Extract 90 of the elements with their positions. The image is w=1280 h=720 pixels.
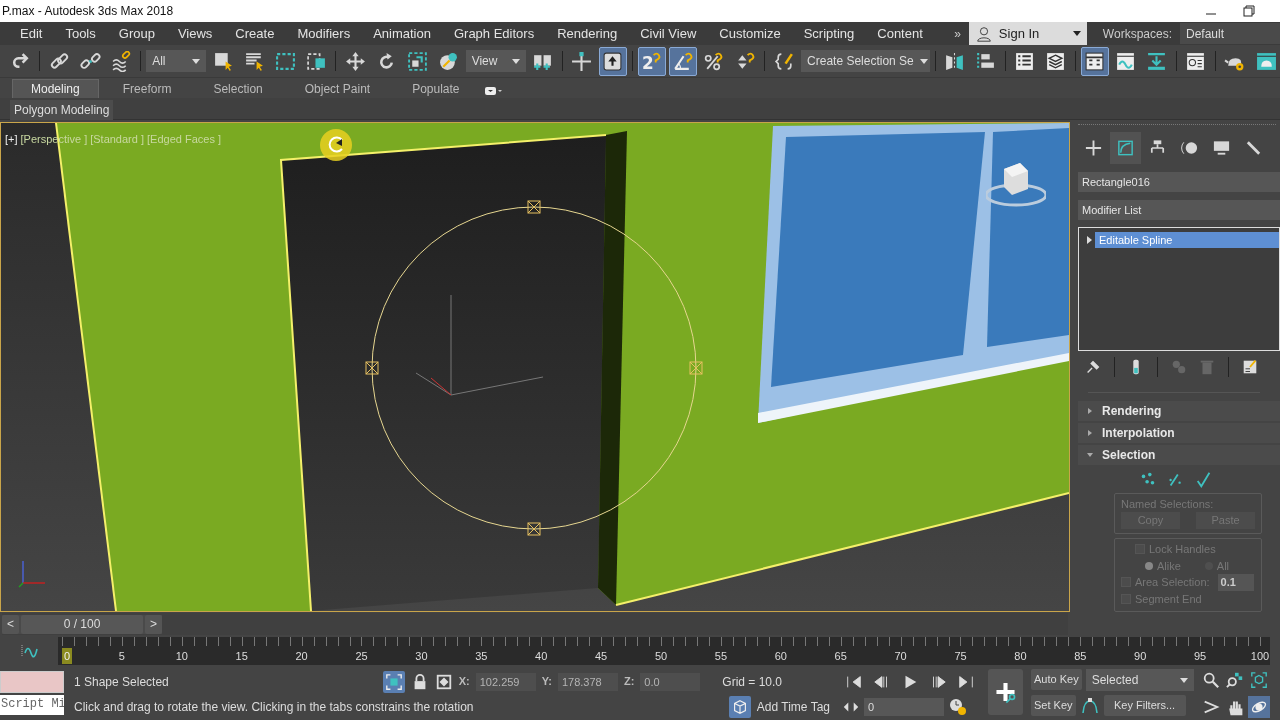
frame-label: 55: [714, 648, 727, 664]
restore-icon[interactable]: [1242, 4, 1256, 18]
time-config-icon[interactable]: [948, 696, 968, 717]
menu-item[interactable]: Customize: [719, 23, 781, 44]
key-filters-button[interactable]: Key Filters...: [1103, 695, 1186, 716]
frame-label: 10: [175, 648, 188, 664]
menu-item[interactable]: Group: [118, 23, 155, 44]
menu-item[interactable]: Rendering: [557, 23, 618, 44]
frame-label: 70: [894, 648, 907, 664]
coordinate-field[interactable]: 102.259: [475, 672, 536, 691]
frame-label: 0: [62, 647, 73, 664]
stack-item[interactable]: Editable Spline: [1095, 231, 1279, 248]
frame-label: 65: [834, 648, 847, 664]
object-name-field[interactable]: Rectangle016: [1078, 172, 1280, 192]
ribbon-tab[interactable]: Populate: [394, 79, 478, 98]
auto-key-button[interactable]: Auto Key: [1031, 669, 1082, 690]
time-tag-label: Add Time Tag: [756, 698, 830, 716]
menu-item[interactable]: Graph Editors: [453, 23, 535, 44]
set-key-button[interactable]: [988, 669, 1023, 715]
overflow-chevron[interactable]: »: [954, 24, 961, 43]
frame-label: 5: [118, 648, 125, 664]
frame-label: 75: [954, 648, 967, 664]
menu-item[interactable]: Content: [877, 23, 923, 44]
script-listener-field[interactable]: [0, 671, 64, 693]
next-frame-button[interactable]: >: [145, 614, 162, 634]
coordinate-label: Z:: [623, 674, 635, 690]
coordinate-field[interactable]: 178.378: [557, 672, 618, 691]
frame-counter: 0 / 100: [21, 614, 143, 634]
frame-label: 95: [1193, 648, 1207, 664]
frame-label: 85: [1074, 648, 1087, 664]
user-icon: [974, 24, 993, 43]
plus-icon[interactable]: [1084, 138, 1103, 158]
coordinate-label: X:: [458, 674, 470, 690]
menu-item[interactable]: Views: [177, 23, 213, 44]
frame-label: 25: [355, 648, 368, 664]
workspace-dropdown[interactable]: Default: [1180, 23, 1280, 44]
menu-item[interactable]: Scripting: [803, 23, 855, 44]
menu-item[interactable]: Civil View: [640, 23, 697, 44]
frame-label: 40: [535, 648, 548, 664]
grid-spacing: Grid = 10.0: [722, 673, 782, 691]
coordinate-field[interactable]: 0.0: [640, 672, 701, 691]
rollout-header[interactable]: Selection: [1078, 444, 1280, 465]
sign-in-dropdown[interactable]: Sign In: [968, 22, 1087, 45]
rollout-caret-icon[interactable]: [1086, 406, 1094, 415]
rollout-caret-icon[interactable]: [1086, 450, 1094, 459]
panel-tab[interactable]: [1110, 132, 1141, 164]
dropdown[interactable]: All: [146, 50, 207, 72]
frame-label: 30: [415, 648, 428, 664]
frame-label: 60: [774, 648, 787, 664]
viewport-label[interactable]: [+]: [5, 131, 18, 148]
modifier-list-dropdown[interactable]: Modifier List: [1078, 199, 1280, 220]
dropdown[interactable]: View: [465, 50, 526, 72]
curve-box-icon[interactable]: [1116, 138, 1135, 158]
menu-item[interactable]: Create: [235, 23, 275, 44]
frame-label: 80: [1014, 648, 1027, 664]
rollout-caret-icon[interactable]: [1086, 428, 1094, 437]
selection-status: 1 Shape Selected: [74, 673, 169, 691]
frame-label: 15: [235, 648, 248, 664]
frame-label: 100: [1250, 648, 1270, 664]
transform-mode-icon[interactable]: [434, 672, 453, 691]
frame-label: 45: [594, 648, 608, 664]
rollout-header[interactable]: Interpolation: [1078, 422, 1280, 443]
frame-label: 50: [654, 648, 668, 664]
menu-item[interactable]: Modifiers: [297, 23, 351, 44]
frame-spinner[interactable]: 0: [864, 697, 944, 716]
coordinate-label: Y:: [541, 674, 552, 690]
ribbon-tab[interactable]: Modeling: [12, 79, 99, 98]
ribbon-tab[interactable]: Selection: [195, 79, 281, 98]
window-title: P.max - Autodesk 3ds Max 2018: [2, 3, 174, 20]
ribbon-toggle-icon[interactable]: [483, 84, 504, 98]
panel-label[interactable]: Polygon Modeling: [10, 100, 114, 120]
dropdown[interactable]: Create Selection Se: [801, 50, 930, 72]
ribbon-tab[interactable]: Freeform: [104, 79, 190, 98]
previous-frame-button[interactable]: <: [2, 614, 19, 634]
frame-label: 20: [295, 648, 308, 664]
frame-label: 90: [1134, 648, 1147, 664]
key-mode-dropdown[interactable]: Selected: [1085, 669, 1194, 691]
ribbon-tab[interactable]: Object Paint: [286, 79, 389, 98]
workspaces-label: Workspaces:: [1102, 25, 1172, 43]
time-slider-thumb[interactable]: < 0 / 100 >: [2, 614, 162, 634]
set-key-text-button[interactable]: Set Key: [1031, 695, 1076, 716]
menu-item[interactable]: Animation: [373, 23, 431, 44]
config-sheet-icon: [1241, 357, 1259, 376]
tangent-icon[interactable]: [1079, 695, 1100, 716]
menu-item[interactable]: Edit: [20, 23, 43, 44]
frame-label: 35: [475, 648, 488, 664]
menu-item[interactable]: Tools: [65, 23, 96, 44]
monitor-icon[interactable]: [1212, 138, 1231, 158]
prompt-text: Click and drag to rotate the view. Clicking in the tabs constrains the rotation: [74, 698, 474, 716]
rollout-header[interactable]: Rendering: [1078, 400, 1280, 421]
